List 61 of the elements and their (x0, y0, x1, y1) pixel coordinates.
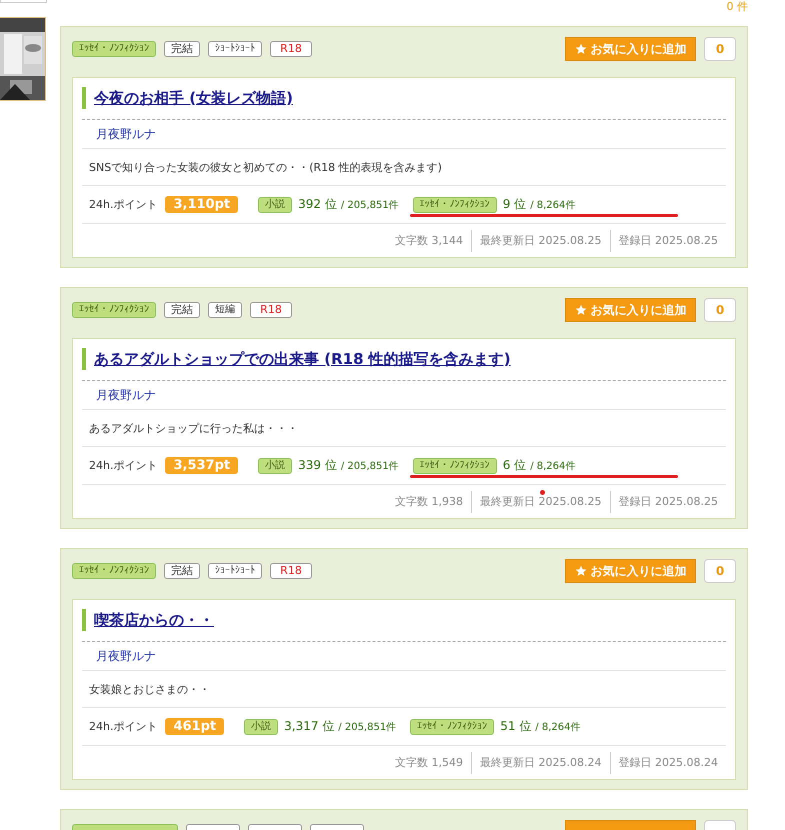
tag[interactable]: R18 (250, 302, 292, 318)
star-icon (574, 43, 586, 55)
tag[interactable]: ｼｮｰﾄｼｮｰﾄ (208, 563, 262, 579)
author-link[interactable]: 月夜野ルナ (96, 648, 156, 664)
rank-total: / 205,851件 (340, 198, 399, 212)
work-title-link[interactable]: 喫茶店からの・・ (94, 610, 214, 630)
points-badge: 3,537pt (165, 457, 238, 474)
rank-total: / 8,264件 (530, 198, 576, 212)
summary-text: SNSで知り合った女装の彼女と初めての・・(R18 性的表現を含みます) (89, 160, 442, 174)
work-title-link[interactable]: あるアダルトショップでの出来事 (R18 性的描写を含みます) (94, 350, 511, 368)
category-tag[interactable]: ｴｯｾｲ・ﾉﾝﾌｨｸｼｮﾝ (412, 196, 497, 212)
rank-total: / 205,851件 (338, 720, 396, 734)
star-icon (574, 304, 586, 316)
rank-total: / 205,851件 (340, 460, 399, 472)
star-icon (574, 565, 586, 577)
panel-edge (0, 0, 47, 3)
category-tag[interactable]: ｴｯｾｲ・ﾉﾝﾌｨｸｼｮﾝ (410, 718, 494, 734)
favorite-count: 0 (704, 559, 736, 583)
rank-text: 51 位 (500, 718, 532, 735)
stat-text: 最終更新日 2025.08.24 (471, 752, 610, 774)
tag[interactable]: R18 (270, 41, 312, 57)
tag[interactable]: ｴｯｾｲ・ﾉﾝﾌｨｸｼｮﾝ (72, 563, 156, 579)
tag[interactable]: ｼｮｰﾄｼｮｰﾄ (208, 41, 262, 57)
tag[interactable]: R18 (270, 563, 312, 579)
stat-text: 登録日 2025.08.24 (610, 752, 726, 774)
tag[interactable]: ｴｯｾｲ・ﾉﾝﾌｨｸｼｮﾝ (72, 302, 156, 318)
rank-total: / 8,264件 (535, 720, 580, 734)
summary-text: あるアダルトショップに行った私は・・・ (89, 420, 298, 436)
favorite-count: 0 (704, 37, 736, 61)
stat-text: 登録日 2025.08.25 (610, 230, 726, 252)
rank-text: 392 位 (298, 196, 337, 213)
tag[interactable]: 完結 (164, 41, 200, 57)
author-link[interactable]: 月夜野ルナ (96, 126, 156, 142)
points-badge: 3,110pt (165, 196, 238, 213)
stat-text: 最終更新日 2025.08.25 (471, 230, 610, 252)
tag[interactable]: ｴｯｾｲ・ﾉﾝﾌｨｸｼｮﾝ (72, 41, 156, 57)
category-tag[interactable]: 小説 (258, 196, 292, 212)
author-link[interactable]: 月夜野ルナ (96, 386, 156, 404)
summary-text: 女装娘とおじさまの・・ (89, 682, 210, 696)
category-tag[interactable]: ｴｯｾｲ・ﾉﾝﾌｨｸｼｮﾝ (412, 458, 497, 474)
tag[interactable]: 短編 (208, 302, 242, 318)
rank-total: / 8,264件 (530, 460, 576, 472)
rank-text: 6 位 (502, 457, 526, 474)
category-tag[interactable]: 小説 (258, 458, 292, 474)
tag[interactable]: 完結 (164, 302, 200, 318)
points-label: 24h.ポイント (89, 197, 158, 212)
favorite-count: 0 (704, 298, 736, 322)
tag[interactable]: 完結 (164, 563, 200, 579)
rank-text: 9 位 (502, 196, 526, 213)
stat-text: 登録日 2025.08.25 (610, 490, 726, 512)
points-label: 24h.ポイント (89, 719, 158, 734)
stat-text: 文字数 3,144 (394, 232, 464, 248)
rank-text: 339 位 (298, 457, 337, 474)
favorite-count-text: 0 件 (726, 0, 748, 13)
category-tag[interactable]: 小説 (244, 718, 278, 734)
work-title-link[interactable]: 今夜のお相手 (女装レズ物語) (94, 88, 293, 108)
stat-text: 文字数 1,938 (394, 494, 464, 510)
rank-text: 3,317 位 (284, 718, 334, 735)
points-label: 24h.ポイント (89, 458, 158, 473)
stat-text: 文字数 1,549 (394, 754, 464, 770)
points-badge: 461pt (165, 718, 224, 735)
